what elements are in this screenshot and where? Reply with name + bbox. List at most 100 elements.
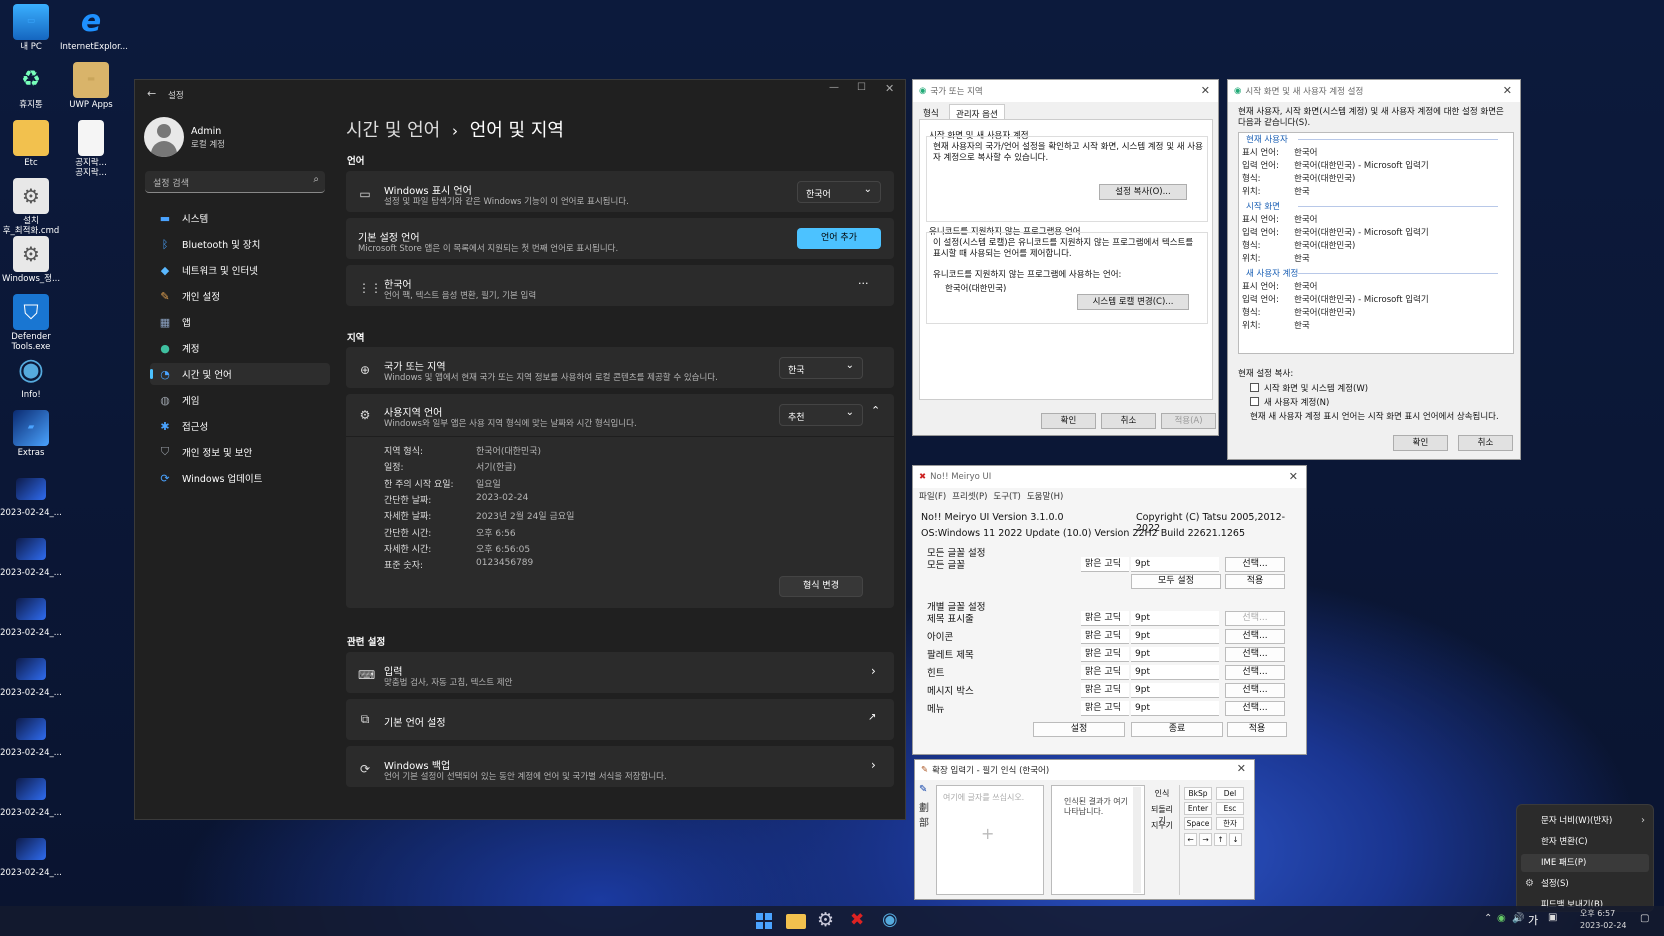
ime-key[interactable]: Del [1216, 787, 1244, 800]
handwriting-tool-icon[interactable]: ✎ [919, 784, 927, 795]
checkbox-new-user[interactable] [1250, 397, 1259, 406]
exit-button[interactable]: 종료 [1131, 722, 1223, 737]
maximize-button[interactable]: ☐ [857, 82, 866, 93]
apply-button[interactable]: 적용(A) [1161, 413, 1216, 429]
desktop-icon[interactable]: ♻ 휴지통 [0, 62, 62, 111]
country-dropdown[interactable]: 한국 [779, 357, 863, 379]
sidebar-item[interactable]: ᛒ Bluetooth 및 장치 [150, 233, 330, 255]
context-menu-item[interactable]: 한자 변환(C) [1521, 833, 1649, 851]
ok-button[interactable]: 확인 [1393, 435, 1448, 451]
ime-mode-indicator[interactable]: 가 [1528, 912, 1538, 928]
desktop-icon[interactable]: 2023-02-24_... [0, 830, 62, 879]
desktop-icon[interactable]: 2023-02-24_... [0, 770, 62, 819]
back-arrow-icon[interactable]: ← [147, 87, 156, 100]
desktop-icon[interactable]: 2023-02-24_... [0, 590, 62, 639]
menu-help[interactable]: 도움말(H) [1027, 492, 1063, 502]
drag-handle-icon[interactable]: ⋮⋮ [358, 281, 382, 295]
ime-action-button[interactable]: 지우기 [1148, 820, 1176, 831]
menu-file[interactable]: 파일(F) [919, 492, 946, 502]
admin-language-card[interactable]: ⧉ 기본 언어 설정 ↗ [346, 699, 894, 740]
copy-settings-button[interactable]: 설정 복사(O)... [1099, 184, 1187, 200]
ime-key[interactable]: → [1199, 833, 1212, 846]
sidebar-item[interactable]: ⛉ 개인 정보 및 보안 [150, 441, 330, 463]
tray-ime-pad-icon[interactable]: ▣ [1548, 912, 1557, 923]
desktop-icon[interactable]: ▭ 내 PC [0, 4, 62, 53]
ime-key[interactable]: ↑ [1214, 833, 1227, 846]
result-area[interactable]: 인식된 결과가 여기 나타납니다. [1051, 785, 1145, 895]
search-input[interactable]: 설정 검색 ⌕ [145, 171, 325, 193]
meiryo-app-icon[interactable]: ✖ [850, 910, 864, 930]
ime-action-button[interactable]: 인식 [1148, 788, 1176, 799]
tray-volume-icon[interactable]: 🔊 [1512, 913, 1524, 924]
settings-gear-icon[interactable]: ⚙ [817, 909, 834, 931]
close-button[interactable]: ✕ [1503, 84, 1512, 97]
sidebar-item[interactable]: ✱ 접근성 [150, 415, 330, 437]
set-all-button[interactable]: 모두 설정 [1131, 574, 1221, 589]
ime-key[interactable]: Space [1184, 817, 1212, 830]
globe-app-icon[interactable]: ◉ [882, 909, 898, 930]
more-options-icon[interactable]: ··· [858, 277, 869, 290]
desktop-icon[interactable]: 공지락... 공지락... [60, 120, 122, 179]
font-select-button[interactable]: 선택... [1225, 683, 1285, 698]
file-explorer-icon[interactable] [786, 914, 806, 929]
ime-key[interactable]: ← [1184, 833, 1197, 846]
sidebar-item[interactable]: ▦ 앱 [150, 311, 330, 333]
change-system-locale-button[interactable]: 시스템 로캘 변경(C)... [1077, 294, 1189, 310]
sidebar-item[interactable]: ◍ 게임 [150, 389, 330, 411]
desktop-icon[interactable]: 2023-02-24_... [0, 470, 62, 519]
desktop-icon[interactable]: 2023-02-24_... [0, 710, 62, 759]
avatar[interactable] [144, 117, 184, 157]
drawing-area[interactable]: 여기에 글자를 쓰십시오. + [936, 785, 1044, 895]
desktop-icon[interactable]: ▰ Extras [0, 410, 62, 459]
regional-format-dropdown[interactable]: 추천 [779, 404, 863, 426]
context-menu-item[interactable]: ⚙ 설정(S) [1521, 875, 1649, 893]
font-select-button[interactable]: 선택... [1225, 701, 1285, 716]
menu-tools[interactable]: 도구(T) [993, 492, 1020, 502]
display-language-dropdown[interactable]: 한국어 [797, 181, 881, 203]
cancel-button[interactable]: 취소 [1101, 413, 1156, 429]
setup-button[interactable]: 설정 [1033, 722, 1125, 737]
apply-button[interactable]: 적용 [1227, 722, 1287, 737]
clock-time[interactable]: 오후 6:57 [1580, 908, 1615, 919]
start-button[interactable] [756, 913, 772, 929]
ok-button[interactable]: 확인 [1041, 413, 1096, 429]
font-select-button[interactable]: 선택... [1225, 665, 1285, 680]
backup-card[interactable]: ⟳ Windows 백업 언어 기본 설정이 선택되어 있는 동안 계정에 언어… [346, 746, 894, 787]
stroke-tool-icon[interactable]: 劃 [919, 799, 929, 814]
desktop-icon[interactable]: 2023-02-24_... [0, 650, 62, 699]
apply-all-button[interactable]: 적용 [1225, 574, 1285, 589]
context-menu-item[interactable]: › 문자 너비(W)(반자) [1521, 812, 1649, 830]
korean-language-item[interactable]: ⋮⋮ 한국어 언어 팩, 텍스트 음성 변환, 필기, 기본 입력 ··· [346, 265, 894, 306]
desktop-icon[interactable]: ▬ UWP Apps [60, 62, 122, 111]
font-select-button[interactable]: 선택... [1225, 629, 1285, 644]
ime-key[interactable]: Enter [1184, 802, 1212, 815]
tray-chevron-icon[interactable]: ⌃ [1484, 913, 1492, 924]
all-select-button[interactable]: 선택... [1225, 557, 1285, 572]
breadcrumb-parent[interactable]: 시간 및 언어 [346, 120, 440, 141]
radical-tool-icon[interactable]: 部 [919, 814, 929, 829]
ime-key[interactable]: 한자 [1216, 817, 1244, 830]
cancel-button[interactable]: 취소 [1458, 435, 1513, 451]
sidebar-item[interactable]: ● 계정 [150, 337, 330, 359]
notification-icon[interactable]: ▢ [1640, 913, 1649, 924]
desktop-icon[interactable]: ⛉ Defender Tools.exe [0, 294, 62, 353]
desktop-icon[interactable]: ⚙ 설치 후_최적화.cmd [0, 178, 62, 237]
add-language-button[interactable]: 언어 추가 [797, 228, 881, 249]
desktop-icon[interactable]: 2023-02-24_... [0, 530, 62, 579]
checkbox-welcome[interactable] [1250, 383, 1259, 392]
ime-key[interactable]: BkSp [1184, 787, 1212, 800]
context-menu-item[interactable]: IME 패드(P) [1521, 854, 1649, 872]
change-format-button[interactable]: 형식 변경 [779, 576, 863, 597]
font-select-button[interactable]: 선택... [1225, 611, 1285, 626]
tray-network-icon[interactable]: ◉ [1497, 913, 1506, 924]
minimize-button[interactable]: — [829, 82, 839, 93]
clock-date[interactable]: 2023-02-24 [1580, 921, 1627, 930]
menu-preset[interactable]: 프리셋(P) [952, 492, 987, 502]
input-card[interactable]: ⌨ 입력 맞춤법 검사, 자동 고침, 텍스트 제안 › [346, 652, 894, 693]
ime-key[interactable]: Esc [1216, 802, 1244, 815]
desktop-icon[interactable]: ◉ Info! [0, 352, 62, 401]
sidebar-item[interactable]: ▬ 시스템 [150, 207, 330, 229]
desktop-icon[interactable]: e InternetExplor... [60, 4, 128, 53]
ime-key[interactable]: ↓ [1229, 833, 1242, 846]
tab-format[interactable]: 형식 [923, 107, 939, 119]
